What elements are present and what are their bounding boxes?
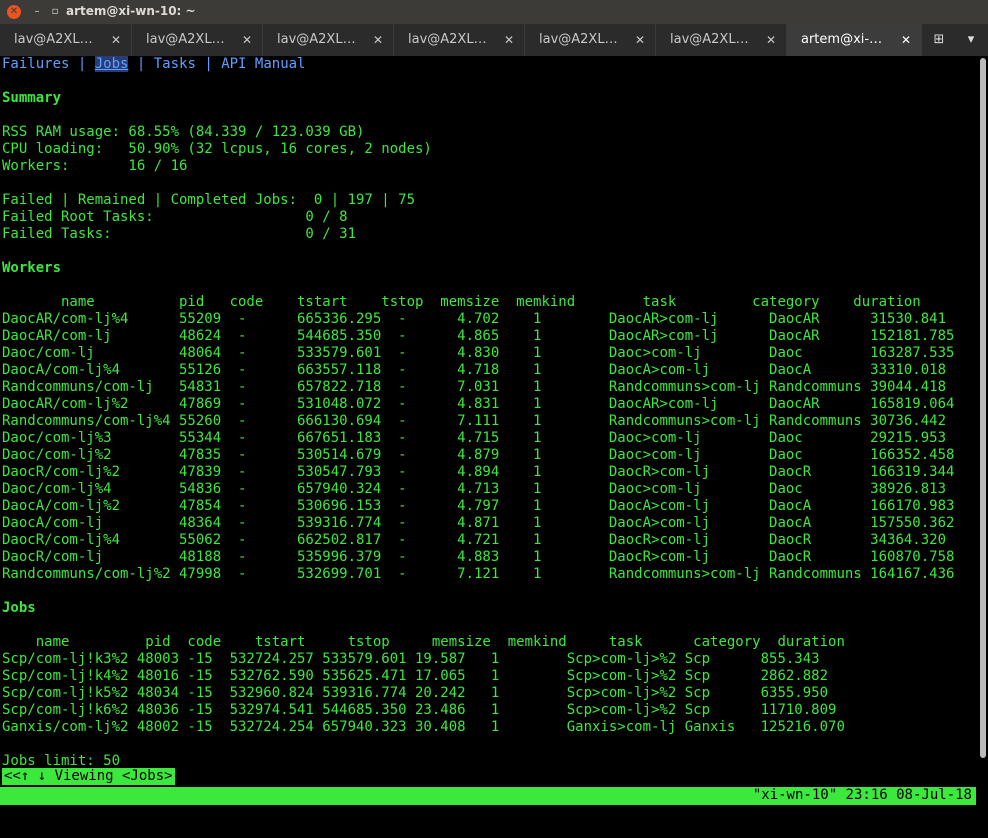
scrollbar[interactable] [978,56,988,788]
terminal-output[interactable]: Failures | Jobs | Tasks | API Manual Sum… [2,56,976,788]
terminal-tab[interactable]: lav@A2XL… ✕ [0,24,132,56]
tab-close-icon[interactable]: ✕ [111,24,121,56]
tab-label: lav@A2XL… [408,32,487,47]
table-row: DaocAR/com-lj%4 55209 - 665336.295 - 4.7… [2,311,947,327]
tab-close-icon[interactable]: ✕ [373,24,383,56]
close-window-icon[interactable]: ✕ [7,5,21,19]
terminal-tab[interactable]: lav@A2XL… ✕ [394,24,525,56]
nav-link-tasks[interactable]: Tasks [154,56,196,72]
window-titlebar: ✕ – ▫ artem@xi-wn-10: ~ [0,0,988,24]
failed-tasks: Failed Tasks: 0 / 31 [2,226,357,242]
table-row: DaocAR/com-lj 48624 - 544685.350 - 4.865… [2,328,955,344]
terminal-tab[interactable]: lav@A2XL… ✕ [525,24,656,56]
maximize-window-icon[interactable]: ▫ [48,5,62,19]
table-row: Scp/com-lj!k5%2 48034 -15 532960.824 539… [2,685,829,701]
tab-close-icon[interactable]: ✕ [766,24,776,56]
table-row: DaocA/com-lj%4 55126 - 663557.118 - 4.71… [2,362,947,378]
table-row: DaocA/com-lj%2 47854 - 530696.153 - 4.79… [2,498,955,514]
tab-label: artem@xi-… [801,32,883,47]
scrollbar-thumb[interactable] [980,58,986,758]
summary-heading: Summary [2,90,62,106]
tmux-window-list[interactable]: [0] 0:bash 1:top- 2:w3m* [17,804,228,820]
nav-separator: | [195,56,222,72]
nav-link-api-manual[interactable]: API Manual [221,56,305,72]
table-row: Scp/com-lj!k3%2 48003 -15 532724.257 533… [2,651,820,667]
tab-close-icon[interactable]: ✕ [242,24,252,56]
tab-label: lav@A2XL… [14,32,93,47]
table-row: Randcommuns/com-lj%2 47998 - 532699.701 … [2,566,955,582]
table-row: Daoc/com-lj%2 47835 - 530514.679 - 4.879… [2,447,955,463]
table-row: Daoc/com-lj%4 54836 - 657940.324 - 4.713… [2,481,947,497]
tab-close-icon[interactable]: ✕ [901,24,911,56]
terminal-tab-bar: lav@A2XL… ✕ lav@A2XL… ✕ lav@A2XL… ✕ lav@A2X… [0,24,988,56]
table-row: Scp/com-lj!k6%2 48036 -15 532974.541 544… [2,702,837,718]
table-row: DaocA/com-lj 48364 - 539316.774 - 4.871 … [2,515,955,531]
table-row: Ganxis/com-lj%2 48002 -15 532724.254 657… [2,719,845,735]
jobs-heading: Jobs [2,600,36,616]
table-row: DaocAR/com-lj%2 47869 - 531048.072 - 4.8… [2,396,955,412]
tab-close-icon[interactable]: ✕ [635,24,645,56]
workers-heading: Workers [2,260,62,276]
table-row: DaocR/com-lj%2 47839 - 530547.793 - 4.89… [2,464,955,480]
rss-usage: RSS RAM usage: 68.55% (84.339 / 123.039 … [2,124,365,140]
minimize-window-icon[interactable]: – [30,5,44,19]
window-title: artem@xi-wn-10: ~ [66,4,196,18]
failed-root-tasks: Failed Root Tasks: 0 / 8 [2,209,348,225]
new-tab-icon[interactable]: ⊞ [924,24,954,56]
table-row: Daoc/com-lj 48064 - 533579.601 - 4.830 1… [2,345,955,361]
table-row: DaocR/com-lj%4 55062 - 662502.817 - 4.72… [2,532,947,548]
jobs-table-header: name pid code tstart tstop memsize memki… [2,634,845,650]
terminal-tab[interactable]: lav@A2XL… ✕ [263,24,394,56]
table-row: Randcommuns/com-lj%4 55260 - 666130.694 … [2,413,947,429]
tab-label: lav@A2XL… [670,32,749,47]
nav-separator: | [69,56,95,72]
tmux-status-bar: [0] 0:bash 1:top- 2:w3m* "xi-wn-10" 23:1… [0,787,976,820]
tab-label: lav@A2XL… [146,32,225,47]
failed-remained-completed-jobs: Failed | Remained | Completed Jobs: 0 | … [2,192,416,208]
tab-close-icon[interactable]: ✕ [504,24,514,56]
nav-link-jobs[interactable]: Jobs [94,56,129,72]
tab-label: lav@A2XL… [539,32,618,47]
table-row: DaocR/com-lj 48188 - 535996.379 - 4.883 … [2,549,955,565]
terminal-tab-active[interactable]: artem@xi-… ✕ [787,24,922,56]
nav-links: Failures | Jobs | Tasks | API Manual [2,56,976,73]
table-row: Daoc/com-lj%3 55344 - 667651.183 - 4.715… [2,430,947,446]
terminal-tab[interactable]: lav@A2XL… ✕ [132,24,263,56]
tab-menu-chevron-down-icon[interactable]: ▾ [956,24,986,56]
cpu-loading: CPU loading: 50.90% (32 lcpus, 16 cores,… [2,141,432,157]
workers-count: Workers: 16 / 16 [2,158,188,174]
tab-label: lav@A2XL… [277,32,356,47]
workers-table-header: name pid code tstart tstop memsize memki… [2,294,921,310]
w3m-status-line: <<↑ ↓ Viewing <Jobs> [2,768,175,785]
nav-link-failures[interactable]: Failures [2,56,69,72]
nav-separator: | [128,56,154,72]
tmux-host-clock: "xi-wn-10" 23:16 08-Jul-18 [752,787,972,803]
terminal-tab[interactable]: lav@A2XL… ✕ [656,24,787,56]
table-row: Randcommuns/com-lj 54831 - 657822.718 - … [2,379,947,395]
table-row: Scp/com-lj!k4%2 48016 -15 532762.590 535… [2,668,829,684]
